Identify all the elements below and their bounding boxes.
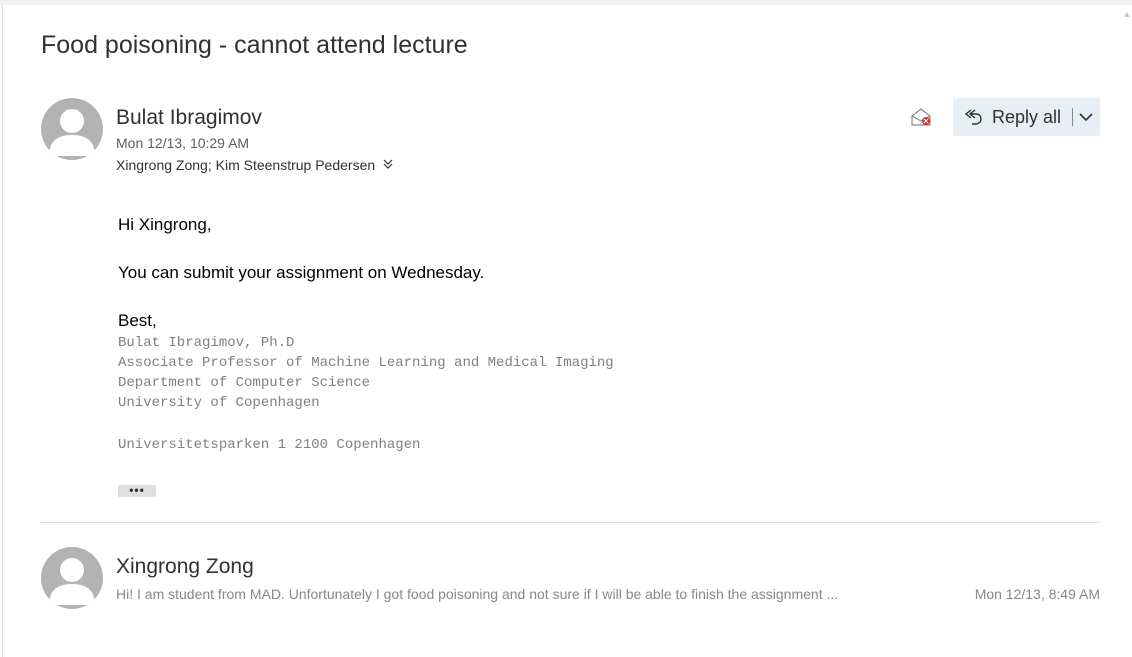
envelope-open-icon[interactable] (910, 107, 932, 127)
chevron-down-icon (1079, 113, 1093, 122)
pane-left-border (2, 5, 3, 657)
show-more-button[interactable]: ••• (118, 484, 156, 497)
message-divider (40, 522, 1100, 523)
body-closing: Best, (118, 311, 157, 330)
previous-sender-name[interactable]: Xingrong Zong (116, 555, 254, 579)
signature-name: Bulat Ibragimov, Ph.D (118, 335, 295, 351)
body-line: You can submit your assignment on Wednes… (118, 263, 485, 282)
reply-all-icon (964, 109, 982, 125)
email-subject: Food poisoning - cannot attend lecture (41, 31, 468, 59)
signature-title: Associate Professor of Machine Learning … (118, 355, 614, 371)
person-icon (49, 109, 95, 156)
reply-all-group: Reply all (953, 98, 1100, 136)
sender-avatar[interactable] (41, 98, 103, 160)
sender-name[interactable]: Bulat Ibragimov (116, 106, 262, 130)
top-strip (0, 0, 1132, 5)
reply-all-label: Reply all (992, 106, 1062, 127)
signature-university: University of Copenhagen (118, 395, 320, 411)
previous-message-preview[interactable]: Hi! I am student from MAD. Unfortunately… (116, 586, 906, 602)
previous-message-date: Mon 12/13, 8:49 AM (974, 586, 1100, 602)
recipients[interactable]: Xingrong Zong; Kim Steenstrup Pedersen (116, 157, 393, 173)
signature-department: Department of Computer Science (118, 375, 371, 391)
signature-address: Universitetsparken 1 2100 Copenhagen (118, 437, 421, 453)
previous-sender-avatar[interactable] (41, 547, 103, 609)
reply-all-button[interactable]: Reply all (953, 98, 1061, 136)
message-date: Mon 12/13, 10:29 AM (116, 135, 250, 151)
scroll-up-arrow-icon[interactable]: ▲ (1122, 9, 1132, 19)
body-greeting: Hi Xingrong, (118, 215, 212, 234)
reply-options-button[interactable] (1073, 98, 1099, 136)
recipients-list[interactable]: Xingrong Zong; Kim Steenstrup Pedersen (116, 157, 375, 173)
person-icon (49, 558, 95, 605)
double-chevron-down-icon[interactable] (383, 158, 393, 172)
